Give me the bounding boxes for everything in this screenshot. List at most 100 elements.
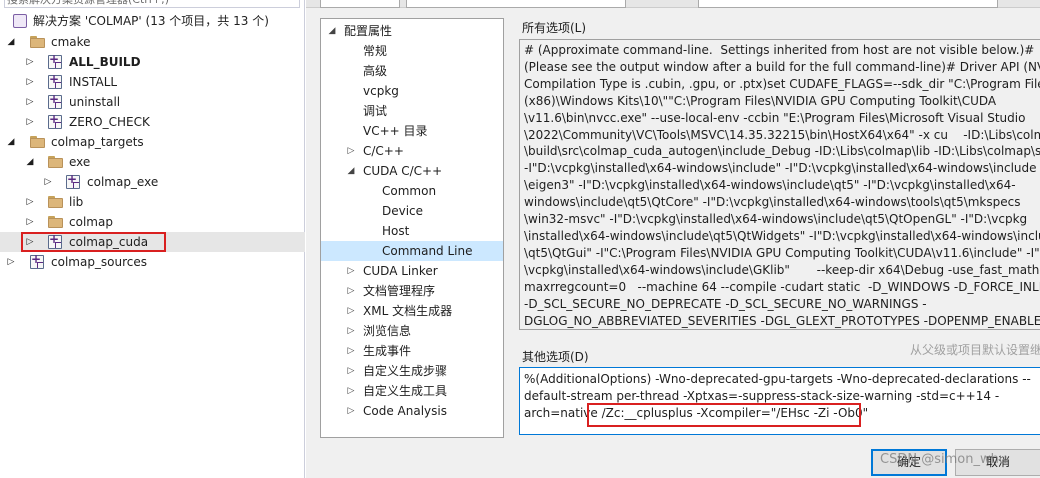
tree-item-label: colmap_sources — [51, 255, 148, 269]
tree-item-custom-build-tool[interactable]: ▷ 自定义生成工具 — [321, 381, 503, 401]
tree-item-device[interactable]: Device — [321, 201, 503, 221]
collapse-chevron-icon[interactable]: ▷ — [346, 361, 356, 381]
tree-item-build-events[interactable]: ▷ 生成事件 — [321, 341, 503, 361]
dialog-top-strip — [306, 0, 1040, 8]
expand-chevron-icon[interactable]: ◢ — [6, 32, 16, 52]
collapse-chevron-icon[interactable]: ▷ — [6, 252, 16, 272]
tree-item-label: uninstall — [69, 95, 121, 109]
expand-chevron-icon[interactable]: ◢ — [6, 132, 16, 152]
tree-item-colmap-targets[interactable]: ◢ colmap_targets — [0, 132, 305, 152]
solution-label: 解决方案 'COLMAP' (13 个项目，共 13 个) — [33, 14, 269, 28]
tree-item-debugging[interactable]: 调试 — [321, 101, 503, 121]
all-options-line: \installed\x64-windows\include\qt5\QtWid… — [524, 228, 1040, 243]
tree-item-zero-check[interactable]: ▷ ZERO_CHECK — [0, 112, 305, 132]
tree-item-colmap-sources[interactable]: ▷ colmap_sources — [0, 252, 305, 272]
tree-item-general[interactable]: 常规 — [321, 41, 503, 61]
all-options-line: \qt5\QtGui" -I"C:\Program Files\NVIDIA G… — [524, 245, 1040, 260]
tree-item-cuda-c-cpp[interactable]: ◢ CUDA C/C++ — [321, 161, 503, 181]
all-options-line: \v11.6\bin\nvcc.exe" --use-local-env -cc… — [524, 110, 1026, 125]
expand-chevron-icon[interactable]: ◢ — [25, 152, 35, 172]
all-options-line: windows\include\qt5\QtCore" -I"D:\vcpkg\… — [524, 195, 1021, 210]
project-icon — [48, 52, 62, 69]
project-icon — [48, 112, 62, 129]
tree-item-custom-build-step[interactable]: ▷ 自定义生成步骤 — [321, 361, 503, 381]
collapse-chevron-icon[interactable]: ▷ — [43, 172, 53, 192]
all-options-line: (x86)\Windows Kits\10\""C:\Program Files… — [524, 93, 997, 108]
collapse-chevron-icon[interactable]: ▷ — [346, 381, 356, 401]
collapse-chevron-icon[interactable]: ▷ — [346, 321, 356, 341]
tree-item-vc-directories[interactable]: VC++ 目录 — [321, 121, 503, 141]
collapse-chevron-icon[interactable]: ▷ — [346, 341, 356, 361]
collapse-chevron-icon[interactable]: ▷ — [25, 52, 35, 72]
tree-item-uninstall[interactable]: ▷ uninstall — [0, 92, 305, 112]
collapse-chevron-icon[interactable]: ▷ — [25, 112, 35, 132]
collapse-chevron-icon[interactable]: ▷ — [25, 72, 35, 92]
tree-item-exe[interactable]: ◢ exe — [0, 152, 305, 172]
tree-item-cmake[interactable]: ◢ cmake — [0, 32, 305, 52]
tree-item-config-properties[interactable]: ◢ 配置属性 — [321, 21, 503, 41]
all-options-line: -I"D:\vcpkg\installed\x64-windows\includ… — [524, 161, 1037, 176]
tree-item-code-analysis[interactable]: ▷ Code Analysis — [321, 401, 503, 421]
tree-item-c-cpp[interactable]: ▷ C/C++ — [321, 141, 503, 161]
tree-item-xml-doc-generator[interactable]: ▷ XML 文档生成器 — [321, 301, 503, 321]
collapse-chevron-icon[interactable]: ▷ — [346, 141, 356, 161]
project-icon — [48, 72, 62, 89]
tree-item-lib[interactable]: ▷ lib — [0, 192, 305, 212]
expand-chevron-icon[interactable]: ◢ — [327, 21, 337, 41]
tree-item-advanced[interactable]: 高级 — [321, 61, 503, 81]
all-options-line: maxrregcount=0 --machine 64 --compile -c… — [524, 279, 1040, 294]
collapse-chevron-icon[interactable]: ▷ — [346, 261, 356, 281]
all-options-line: \win32-msvc" -I"D:\vcpkg\installed\x64-w… — [524, 212, 1028, 227]
inherit-from-parent-text: 从父级或项目默认设置继 — [910, 343, 1040, 357]
tree-item-label: cmake — [51, 35, 91, 49]
folder-icon — [48, 156, 64, 168]
tree-item-label: colmap — [69, 215, 113, 229]
configuration-combo[interactable] — [320, 0, 400, 8]
tree-item-doc-manager[interactable]: ▷ 文档管理程序 — [321, 281, 503, 301]
search-bar: 搜索解决方案资源管理器(Ctrl+;) — [0, 0, 305, 8]
tree-item-command-line[interactable]: Command Line — [321, 241, 503, 261]
all-options-textbox[interactable]: # (Approximate command-line. Settings in… — [519, 39, 1040, 330]
expand-chevron-icon[interactable]: ◢ — [346, 161, 356, 181]
solution-row[interactable]: 解决方案 'COLMAP' (13 个项目，共 13 个) — [0, 11, 305, 31]
folder-icon — [48, 196, 64, 208]
tree-item-common[interactable]: Common — [321, 181, 503, 201]
collapse-chevron-icon[interactable]: ▷ — [25, 212, 35, 232]
highlight-box — [587, 403, 861, 427]
all-options-label: 所有选项(L) — [522, 21, 587, 35]
tree-item-browse-info[interactable]: ▷ 浏览信息 — [321, 321, 503, 341]
all-options-line: (Please see the output window after a bu… — [524, 59, 1040, 74]
platform-combo[interactable] — [406, 0, 626, 8]
tree-item-label: colmap_exe — [87, 175, 159, 189]
collapse-chevron-icon[interactable]: ▷ — [346, 281, 356, 301]
all-options-line: \eigen3" -I"D:\vcpkg\installed\x64-windo… — [524, 178, 1016, 193]
tree-item-label: ALL_BUILD — [69, 55, 141, 69]
solution-icon — [13, 14, 27, 28]
all-options-line: \vcpkg\installed\x64-windows\include\GKl… — [524, 262, 1040, 277]
tree-item-label: ZERO_CHECK — [69, 115, 150, 129]
tree-item-install[interactable]: ▷ INSTALL — [0, 72, 305, 92]
configuration-manager-area[interactable] — [698, 0, 998, 8]
tree-item-colmap[interactable]: ▷ colmap — [0, 212, 305, 232]
all-options-text: # (Approximate command-line. Settings in… — [524, 42, 1040, 329]
tree-item-label: colmap_targets — [51, 135, 144, 149]
project-icon — [30, 252, 44, 269]
all-options-line: # (Approximate command-line. Settings in… — [524, 43, 1035, 57]
collapse-chevron-icon[interactable]: ▷ — [346, 301, 356, 321]
tree-item-cuda-linker[interactable]: ▷ CUDA Linker — [321, 261, 503, 281]
other-options-line: %(AdditionalOptions) -Wno-deprecated-gpu… — [524, 372, 1031, 386]
other-options-label: 其他选项(D) — [522, 350, 589, 364]
collapse-chevron-icon[interactable]: ▷ — [25, 192, 35, 212]
tree-item-colmap-exe[interactable]: ▷ colmap_exe — [0, 172, 305, 192]
config-properties-tree: ◢ 配置属性 常规 高级 vcpkg 调试 VC++ 目录 ▷ C/C++ ◢ … — [320, 18, 504, 438]
collapse-chevron-icon[interactable]: ▷ — [346, 401, 356, 421]
tree-item-vcpkg[interactable]: vcpkg — [321, 81, 503, 101]
tree-item-host[interactable]: Host — [321, 221, 503, 241]
folder-icon — [48, 216, 64, 228]
search-input[interactable]: 搜索解决方案资源管理器(Ctrl+;) — [4, 0, 300, 8]
folder-icon — [30, 36, 46, 48]
tree-item-all-build[interactable]: ▷ ALL_BUILD — [0, 52, 305, 72]
folder-icon — [30, 136, 46, 148]
collapse-chevron-icon[interactable]: ▷ — [25, 92, 35, 112]
other-options-line: default-stream per-thread -Xptxas=-suppr… — [524, 389, 1000, 403]
